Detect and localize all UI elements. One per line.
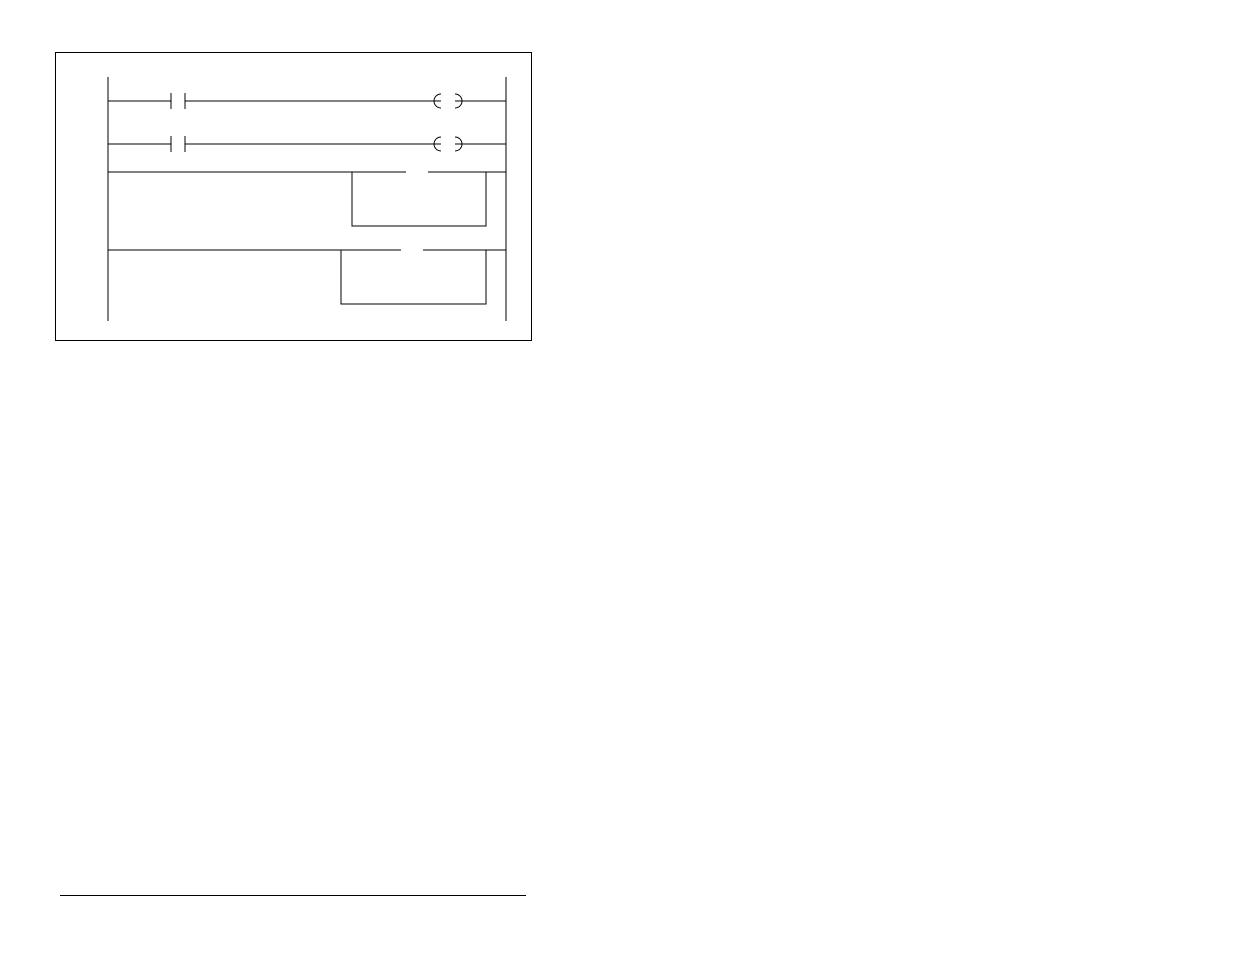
ladder-diagram [56, 53, 531, 340]
rung-3 [108, 170, 506, 226]
function-block-2 [341, 250, 486, 304]
function-block-1 [352, 172, 486, 226]
rung-4 [108, 248, 506, 304]
ladder-diagram-frame [55, 52, 532, 341]
footer-rule [60, 895, 526, 896]
rung-2 [108, 136, 506, 152]
rung-1 [108, 93, 506, 109]
